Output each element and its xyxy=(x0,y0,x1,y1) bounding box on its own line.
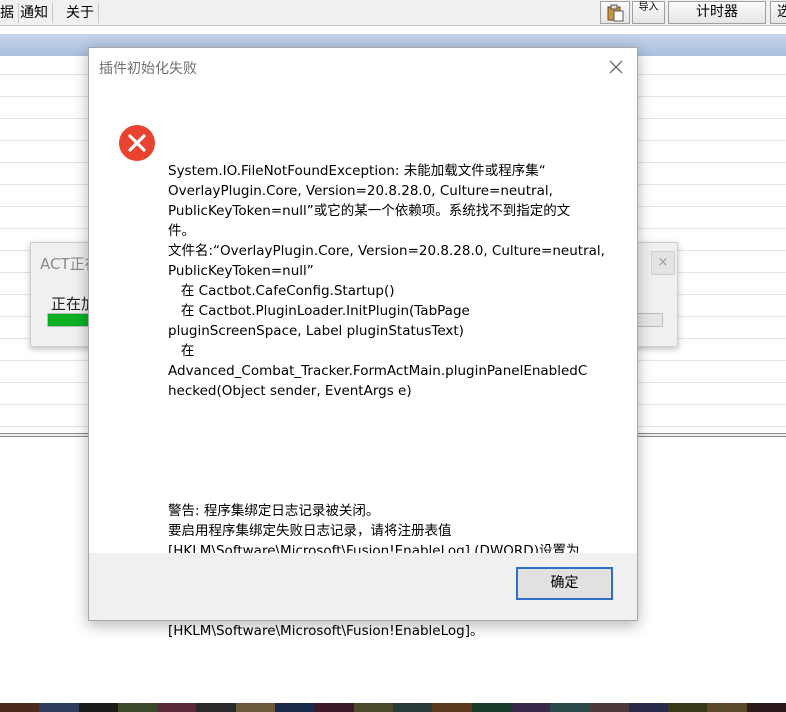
import-button[interactable]: 导入 xyxy=(632,1,665,24)
message-line: pluginScreenSpace, Label pluginStatusTex… xyxy=(168,323,464,339)
dialog-titlebar: 插件初始化失败 xyxy=(89,48,637,88)
message-line: 件。 xyxy=(168,223,195,239)
clipboard-icon xyxy=(607,4,624,22)
taskbar-tile xyxy=(157,703,197,712)
taskbar-tile xyxy=(196,703,236,712)
message-line: hecked(Object sender, EventArgs e) xyxy=(168,383,412,399)
message-line: 在 Cactbot.CafeConfig.Startup() xyxy=(168,283,395,299)
taskbar-tile xyxy=(314,703,354,712)
close-icon[interactable] xyxy=(605,56,627,78)
toolbar: 导入 计时器 选 xyxy=(600,0,786,26)
message-line: 文件名:“OverlayPlugin.Core, Version=20.8.28… xyxy=(168,243,605,259)
message-line: Advanced_Combat_Tracker.FormActMain.plug… xyxy=(168,363,588,379)
error-icon xyxy=(119,125,155,161)
message-line: PublicKeyToken=null”或它的某一个依赖项。系统找不到指定的文 xyxy=(168,203,571,219)
taskbar-tile xyxy=(668,703,708,712)
taskbar-tile xyxy=(392,703,433,712)
select-button[interactable]: 选 xyxy=(770,1,786,24)
taskbar-tile xyxy=(235,703,276,712)
menu-item-about[interactable]: 关于 xyxy=(62,3,99,23)
taskbar-tile xyxy=(628,703,669,712)
loading-dialog-close-button[interactable]: × xyxy=(651,251,675,275)
taskbar-tile xyxy=(510,703,551,712)
dialog-title: 插件初始化失败 xyxy=(99,61,197,77)
message-line: 在 Cactbot.PluginLoader.InitPlugin(TabPag… xyxy=(168,303,470,319)
taskbar-strip xyxy=(0,703,786,712)
message-line: OverlayPlugin.Core, Version=20.8.28.0, C… xyxy=(168,183,553,199)
taskbar-tile xyxy=(0,703,40,712)
taskbar-tile xyxy=(432,703,472,712)
taskbar-tile xyxy=(353,703,393,712)
dialog-footer: 确定 xyxy=(89,553,637,620)
warning-line: 要启用程序集绑定失败日志记录，请将注册表值 xyxy=(168,523,452,539)
warning-line: 警告: 程序集绑定日志记录被关闭。 xyxy=(168,503,380,519)
taskbar-tile xyxy=(117,703,158,712)
taskbar-tile xyxy=(78,703,118,712)
exception-text: System.IO.FileNotFoundException: 未能加载文件或… xyxy=(168,161,608,401)
warning-line: [HKLM\Software\Microsoft\Fusion!EnableLo… xyxy=(168,623,484,639)
timer-button[interactable]: 计时器 xyxy=(668,1,766,24)
message-line: PublicKeyToken=null” xyxy=(168,263,314,279)
taskbar-tile xyxy=(589,703,629,712)
taskbar-tile xyxy=(471,703,511,712)
taskbar-tile xyxy=(707,703,747,712)
message-line: 在 xyxy=(168,343,195,359)
plugin-init-error-dialog: 插件初始化失败 System.IO.FileNotFoundException:… xyxy=(88,47,638,639)
taskbar-tile xyxy=(275,703,315,712)
message-line: System.IO.FileNotFoundException: 未能加载文件或… xyxy=(168,163,546,179)
ok-button[interactable]: 确定 xyxy=(516,567,613,600)
taskbar-tile xyxy=(39,703,79,712)
menu-item-notify[interactable]: 通知 xyxy=(16,3,53,23)
paste-button[interactable] xyxy=(600,1,630,24)
taskbar-tile xyxy=(746,703,786,712)
taskbar-tile xyxy=(550,703,590,712)
